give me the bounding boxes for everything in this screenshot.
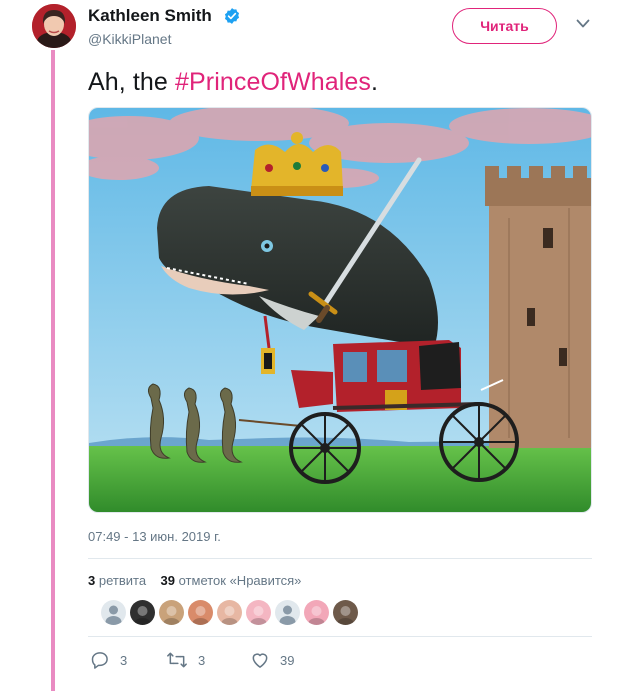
avatar[interactable] [32,4,76,48]
reply-button[interactable]: 3 [90,650,127,670]
likes-stat[interactable]: 39 отметок «Нравится» [161,573,302,588]
photo-avatar-icon [130,600,155,625]
liker-avatar[interactable] [217,600,242,625]
retweets-label: ретвита [98,573,147,588]
likes-count: 39 [160,573,175,588]
divider [88,558,592,559]
castle-tower [485,166,591,448]
liker-avatar[interactable] [101,600,126,625]
photo-avatar-icon [304,600,329,625]
tweet-text: Ah, the #PrinceOfWhales. [88,68,378,97]
retweets-stat[interactable]: 3 ретвита [88,573,146,588]
hashtag-link[interactable]: #PrinceOfWhales [175,68,371,96]
liker-avatar[interactable] [246,600,271,625]
tweet-text-prefix: Ah, the [88,68,175,96]
like-count: 39 [280,652,295,668]
retweet-count: 3 [198,652,206,668]
retweets-count: 3 [88,573,96,588]
like-button[interactable]: 39 [250,650,294,670]
reply-icon [91,652,108,669]
verified-badge-icon [224,8,240,24]
retweet-button[interactable]: 3 [166,650,205,670]
photo-avatar-icon [188,600,213,625]
tweet-timestamp[interactable]: 07:49 - 13 июн. 2019 г. [88,529,221,544]
liker-avatar[interactable] [275,600,300,625]
liker-avatar[interactable] [130,600,155,625]
chevron-down-icon[interactable] [576,19,590,29]
default-avatar-icon [101,600,126,625]
divider [88,636,592,637]
retweet-icon [167,652,187,668]
liker-avatar[interactable] [188,600,213,625]
liker-avatar[interactable] [159,600,184,625]
photo-avatar-icon [246,600,271,625]
thread-line [51,50,55,691]
photo-avatar-icon [159,600,184,625]
follow-button[interactable]: Читать [452,8,557,44]
default-avatar-icon [275,600,300,625]
author-handle[interactable]: @KikkiPlanet [88,31,171,47]
tweet-text-suffix: . [371,68,379,96]
likes-label: отметок «Нравится» [178,573,302,588]
tweet-stats: 3 ретвита 39 отметок «Нравится» [88,573,301,588]
liker-avatar[interactable] [333,600,358,625]
tweet-image[interactable] [88,107,592,513]
author-name[interactable]: Kathleen Smith [88,6,212,26]
photo-avatar-icon [217,600,242,625]
liker-avatars [101,600,358,625]
liker-avatar[interactable] [304,600,329,625]
reply-count: 3 [120,652,128,668]
photo-avatar-icon [333,600,358,625]
heart-icon [252,653,268,668]
